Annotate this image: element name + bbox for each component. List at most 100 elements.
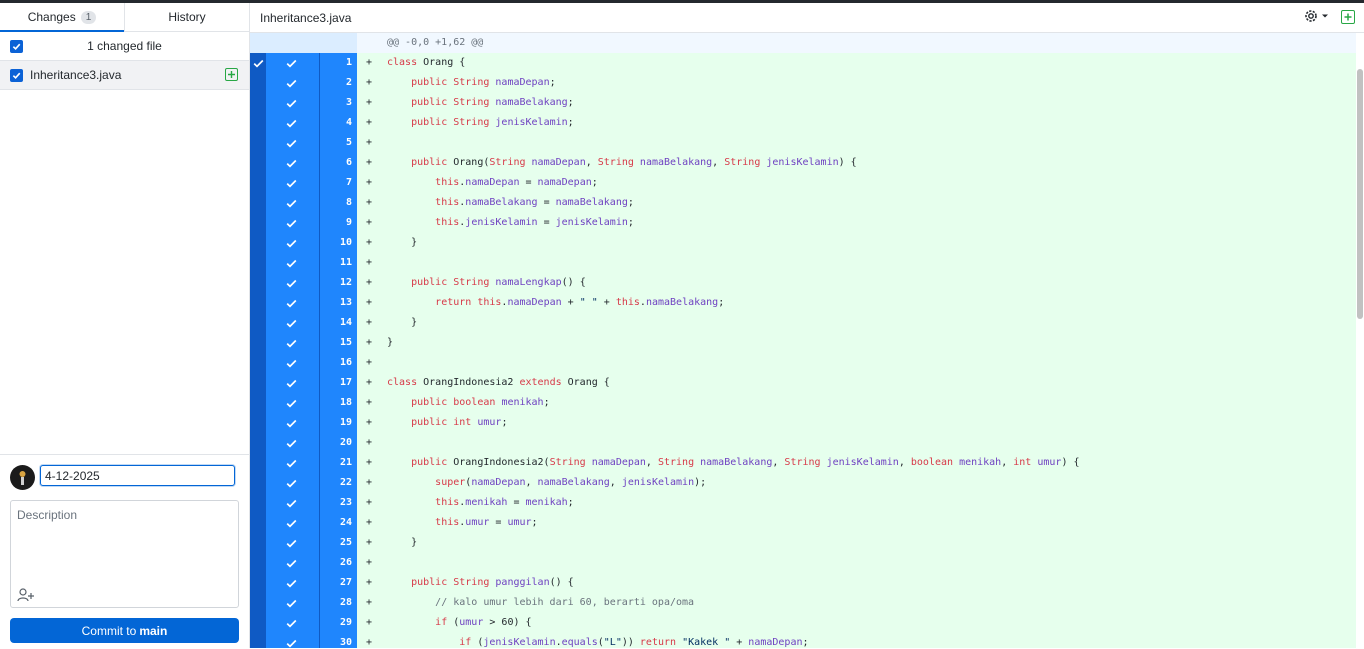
- diff-line[interactable]: 5 +: [250, 133, 1356, 153]
- diff-line[interactable]: 16 +: [250, 353, 1356, 373]
- line-gutter[interactable]: 12: [250, 273, 357, 293]
- diff-line[interactable]: 24 + this.umur = umur;: [250, 513, 1356, 533]
- line-number: 12: [339, 277, 352, 288]
- diff-line[interactable]: 19 + public int umur;: [250, 413, 1356, 433]
- add-coauthor-icon[interactable]: [16, 587, 36, 603]
- line-number: 6: [345, 157, 352, 168]
- line-gutter[interactable]: 23: [250, 493, 357, 513]
- diff-line[interactable]: 1 + class Orang {: [250, 53, 1356, 73]
- hunk-header: @@ -0,0 +1,62 @@: [250, 33, 1356, 53]
- line-gutter[interactable]: 9: [250, 213, 357, 233]
- line-gutter[interactable]: 29: [250, 613, 357, 633]
- commit-summary-input[interactable]: [40, 465, 235, 486]
- line-gutter[interactable]: 10: [250, 233, 357, 253]
- line-gutter[interactable]: 6: [250, 153, 357, 173]
- diff-marker: +: [366, 77, 373, 88]
- diff-line[interactable]: 17 + class OrangIndonesia2 extends Orang {: [250, 373, 1356, 393]
- line-selected-check-icon: [266, 213, 316, 233]
- diff-line[interactable]: 21 + public OrangIndonesia2(String namaDe…: [250, 453, 1356, 473]
- line-number: 8: [345, 197, 352, 208]
- diff-line[interactable]: 20 +: [250, 433, 1356, 453]
- line-number: 15: [339, 337, 352, 348]
- commit-description-input[interactable]: [11, 501, 238, 581]
- expand-icon[interactable]: [1341, 10, 1355, 24]
- diff-line[interactable]: 12 + public String namaLengkap() {: [250, 273, 1356, 293]
- line-gutter[interactable]: 5: [250, 133, 357, 153]
- line-gutter[interactable]: 22: [250, 473, 357, 493]
- diff-line[interactable]: 6 + public Orang(String namaDepan, String…: [250, 153, 1356, 173]
- code-text: if (umur > 60) {: [435, 617, 532, 628]
- diff-line[interactable]: 3 + public String namaBelakang;: [250, 93, 1356, 113]
- line-gutter[interactable]: 11: [250, 253, 357, 273]
- line-gutter[interactable]: 8: [250, 193, 357, 213]
- file-list-item[interactable]: Inheritance3.java: [0, 61, 249, 90]
- code-text: }: [387, 237, 418, 248]
- line-gutter[interactable]: 30: [250, 633, 357, 648]
- diff-scrollbar[interactable]: [1356, 33, 1364, 648]
- diff-line[interactable]: 28 + // kalo umur lebih dari 60, berarti …: [250, 593, 1356, 613]
- file-include-checkbox[interactable]: [10, 68, 23, 82]
- line-gutter[interactable]: 27: [250, 573, 357, 593]
- line-gutter[interactable]: 20: [250, 433, 357, 453]
- line-gutter[interactable]: 18: [250, 393, 357, 413]
- tab-changes[interactable]: Changes 1: [0, 3, 124, 32]
- diff-line[interactable]: 14 + }: [250, 313, 1356, 333]
- hunk-select-check-icon[interactable]: [250, 53, 266, 73]
- line-selected-check-icon: [266, 433, 316, 453]
- tab-history[interactable]: History: [124, 3, 249, 31]
- select-all-checkbox[interactable]: [10, 40, 23, 53]
- line-gutter[interactable]: 25: [250, 533, 357, 553]
- diff-line[interactable]: 25 + }: [250, 533, 1356, 553]
- line-number: 11: [339, 257, 352, 268]
- commit-button[interactable]: Commit to main: [10, 618, 239, 643]
- diff-line[interactable]: 23 + this.menikah = menikah;: [250, 493, 1356, 513]
- line-gutter[interactable]: 7: [250, 173, 357, 193]
- line-selected-check-icon: [266, 313, 316, 333]
- code-text: this.umur = umur;: [435, 517, 538, 528]
- diff-marker: +: [366, 177, 373, 188]
- line-gutter[interactable]: 24: [250, 513, 357, 533]
- diff-marker: +: [366, 397, 373, 408]
- line-gutter[interactable]: 28: [250, 593, 357, 613]
- diff-line[interactable]: 9 + this.jenisKelamin = jenisKelamin;: [250, 213, 1356, 233]
- line-gutter[interactable]: 13: [250, 293, 357, 313]
- diff-line[interactable]: 2 + public String namaDepan;: [250, 73, 1356, 93]
- code-text: public boolean menikah;: [411, 397, 550, 408]
- diff-line[interactable]: 22 + super(namaDepan, namaBelakang, jenis…: [250, 473, 1356, 493]
- diff-line[interactable]: 13 + return this.namaDepan + " " + this.n…: [250, 293, 1356, 313]
- line-selected-check-icon: [266, 373, 316, 393]
- line-number: 4: [345, 117, 352, 128]
- tab-changes-label: Changes: [27, 10, 76, 24]
- line-selected-check-icon: [266, 153, 316, 173]
- line-gutter[interactable]: 4: [250, 113, 357, 133]
- line-number: 22: [339, 477, 352, 488]
- line-gutter[interactable]: 14: [250, 313, 357, 333]
- diff-marker: +: [366, 317, 373, 328]
- line-selected-check-icon: [266, 593, 316, 613]
- diff-line[interactable]: 7 + this.namaDepan = namaDepan;: [250, 173, 1356, 193]
- diff-options-button[interactable]: [1303, 8, 1329, 24]
- diff-line[interactable]: 15 +}: [250, 333, 1356, 353]
- line-gutter[interactable]: 2: [250, 73, 357, 93]
- code-text: this.namaDepan = namaDepan;: [435, 177, 598, 188]
- diff-line[interactable]: 30 + if (jenisKelamin.equals("L")) return…: [250, 633, 1356, 648]
- diff-scrollbar-thumb[interactable]: [1357, 69, 1363, 319]
- diff-line[interactable]: 29 + if (umur > 60) {: [250, 613, 1356, 633]
- diff-line[interactable]: 18 + public boolean menikah;: [250, 393, 1356, 413]
- diff-line[interactable]: 27 + public String panggilan() {: [250, 573, 1356, 593]
- line-gutter[interactable]: 1: [250, 53, 357, 73]
- line-gutter[interactable]: 17: [250, 373, 357, 393]
- diff-line[interactable]: 11 +: [250, 253, 1356, 273]
- line-gutter[interactable]: 3: [250, 93, 357, 113]
- line-number: 10: [339, 237, 352, 248]
- diff-line[interactable]: 10 + }: [250, 233, 1356, 253]
- diff-line[interactable]: 26 +: [250, 553, 1356, 573]
- diff-line[interactable]: 8 + this.namaBelakang = namaBelakang;: [250, 193, 1356, 213]
- line-gutter[interactable]: 16: [250, 353, 357, 373]
- line-selected-check-icon: [266, 533, 316, 553]
- line-gutter[interactable]: 15: [250, 333, 357, 353]
- line-gutter[interactable]: 26: [250, 553, 357, 573]
- line-gutter[interactable]: 21: [250, 453, 357, 473]
- line-gutter[interactable]: 19: [250, 413, 357, 433]
- diff-line[interactable]: 4 + public String jenisKelamin;: [250, 113, 1356, 133]
